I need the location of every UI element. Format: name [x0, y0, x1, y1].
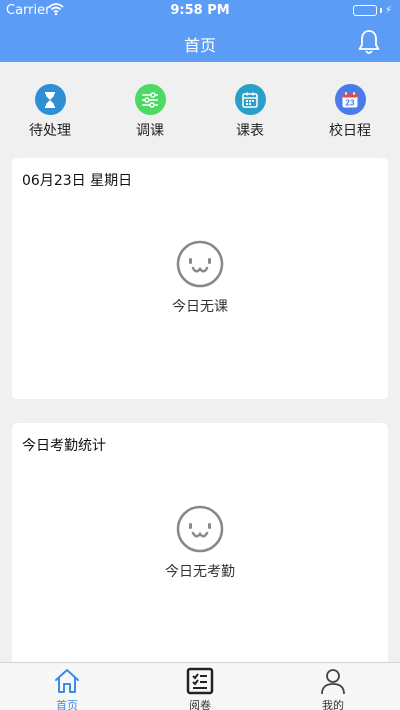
- tab-label: 阅卷: [189, 699, 211, 710]
- battery-icon: [352, 5, 377, 16]
- tab-bar: 首页 阅卷 我的: [0, 662, 400, 710]
- quick-action-pending[interactable]: 待处理: [10, 84, 90, 140]
- quick-action-label: 校日程: [329, 123, 371, 139]
- quick-action-label: 待处理: [29, 123, 71, 139]
- schedule-date-title: 06月23日 星期日: [22, 173, 133, 189]
- quick-actions: 待处理 调课 课表 23 校日程: [0, 62, 400, 150]
- checklist-icon: [186, 667, 214, 695]
- tab-me[interactable]: 我的: [293, 667, 373, 710]
- schedule-card: 06月23日 星期日 今日无课: [12, 158, 388, 399]
- tab-label: 我的: [322, 699, 344, 710]
- attendance-title: 今日考勤统计: [22, 438, 106, 454]
- nav-bar: 首页: [0, 22, 400, 62]
- home-icon: [53, 667, 81, 695]
- sliders-icon: [134, 84, 166, 115]
- tab-label: 首页: [56, 699, 78, 710]
- schedule-empty-state: 今日无课: [12, 240, 388, 316]
- quick-action-label: 课表: [236, 123, 264, 139]
- schedule-empty-text: 今日无课: [172, 299, 228, 315]
- quick-action-adjust-class[interactable]: 调课: [110, 84, 190, 140]
- person-icon: [319, 667, 347, 695]
- bell-icon[interactable]: [358, 29, 380, 55]
- quick-action-label: 调课: [136, 123, 164, 139]
- quick-action-school-calendar[interactable]: 23 校日程: [310, 84, 390, 140]
- battery-indicator: ⚡: [352, 5, 392, 16]
- charging-icon: ⚡: [384, 5, 392, 16]
- status-bar: Carrier 9:58 PM ⚡: [0, 0, 400, 22]
- hourglass-icon: [34, 84, 66, 115]
- smiley-face-icon: [176, 240, 224, 288]
- smiley-face-icon: [176, 505, 224, 553]
- attendance-card: 今日考勤统计 今日无考勤: [12, 423, 388, 662]
- attendance-empty-text: 今日无考勤: [165, 564, 235, 580]
- calendar-date-text: 23: [346, 98, 355, 107]
- tab-home[interactable]: 首页: [27, 667, 107, 710]
- clock: 9:58 PM: [170, 3, 230, 18]
- calendar-icon: [234, 84, 266, 115]
- calendar-date-icon: 23: [334, 84, 366, 115]
- tab-grading[interactable]: 阅卷: [160, 667, 240, 710]
- page-title: 首页: [183, 36, 216, 55]
- attendance-empty-state: 今日无考勤: [12, 505, 388, 581]
- quick-action-timetable[interactable]: 课表: [210, 84, 290, 140]
